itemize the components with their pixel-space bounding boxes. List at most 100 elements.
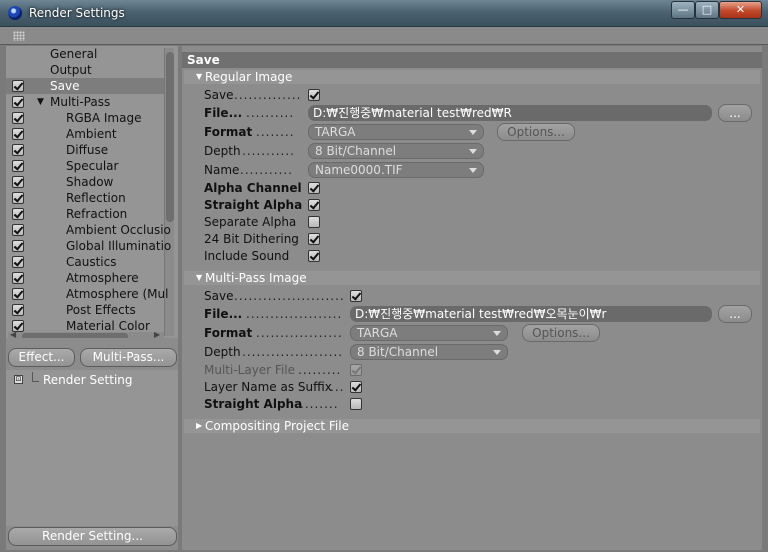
- settings-tree: ◀ ▶ General Output Save ▼ Multi-Pass RGBA Ima…: [6, 46, 178, 338]
- mp-straight-alpha-checkbox[interactable]: [350, 398, 362, 410]
- sidebar-enable-checkbox[interactable]: [12, 96, 24, 108]
- dot-leader: ........: [256, 125, 295, 139]
- depth-dropdown[interactable]: 8 Bit/Channel: [308, 143, 484, 159]
- depth-value: 8 Bit/Channel: [315, 144, 397, 158]
- sidebar-enable-checkbox[interactable]: [12, 128, 24, 140]
- sidebar-item-atmosphere-mul[interactable]: Atmosphere (Mul: [6, 286, 168, 302]
- maximize-button[interactable]: □: [695, 1, 719, 19]
- sidebar-enable-checkbox[interactable]: [12, 112, 24, 124]
- sidebar-enable-checkbox[interactable]: [12, 224, 24, 236]
- dot-leader: .....................: [242, 345, 344, 359]
- sidebar-item-global-illuminatio[interactable]: Global Illuminatio: [6, 238, 171, 254]
- mp-save-checkbox[interactable]: [350, 290, 362, 302]
- chevron-down-icon: [469, 168, 477, 173]
- sidebar-enable-checkbox[interactable]: [12, 240, 24, 252]
- sidebar-enable-checkbox[interactable]: [12, 208, 24, 220]
- mp-format-label: Format: [204, 326, 253, 340]
- sidebar-item-shadow[interactable]: Shadow: [6, 174, 164, 190]
- separate-alpha-checkbox[interactable]: [308, 216, 320, 228]
- mp-browse-button[interactable]: ...: [718, 305, 752, 323]
- sidebar-enable-checkbox[interactable]: [12, 272, 24, 284]
- menu-bar: [0, 27, 768, 45]
- save-checkbox[interactable]: [308, 89, 320, 101]
- close-button[interactable]: ✕: [719, 1, 762, 19]
- include-sound-checkbox[interactable]: [308, 250, 320, 262]
- format-dropdown[interactable]: TARGA: [308, 124, 484, 140]
- sidebar-item-ambient-occlusio[interactable]: Ambient Occlusio: [6, 222, 171, 238]
- scrollbar-thumb[interactable]: [166, 52, 174, 222]
- preset-marker-icon: ⊡: [14, 375, 23, 384]
- sidebar-item-material-color[interactable]: Material Color: [6, 318, 164, 334]
- sidebar-item-rgba-image[interactable]: RGBA Image: [6, 110, 164, 126]
- sidebar-item-diffuse[interactable]: Diffuse: [6, 142, 164, 158]
- multi-layer-checkbox[interactable]: [350, 364, 362, 376]
- minimize-button[interactable]: —: [671, 1, 695, 19]
- save-label: Save: [204, 88, 234, 102]
- sidebar-item-label: General: [50, 47, 98, 61]
- sidebar-item-reflection[interactable]: Reflection: [6, 190, 164, 206]
- render-setting-button[interactable]: Render Setting...: [8, 527, 177, 546]
- mp-options-button[interactable]: Options...: [522, 324, 600, 342]
- file-label: File...: [204, 106, 243, 120]
- sidebar-item-caustics[interactable]: Caustics: [6, 254, 164, 270]
- title-bar: Render Settings — □ ✕: [0, 0, 768, 27]
- sidebar-item-save[interactable]: Save: [6, 78, 164, 94]
- dithering-checkbox[interactable]: [308, 233, 320, 245]
- sidebar-enable-checkbox[interactable]: [12, 256, 24, 268]
- file-path-field[interactable]: D:₩진행중₩material test₩red₩R: [308, 105, 712, 121]
- sidebar-item-refraction[interactable]: Refraction: [6, 206, 164, 222]
- sidebar-item-post-effects[interactable]: Post Effects: [6, 302, 164, 318]
- browse-button[interactable]: ...: [718, 104, 752, 122]
- layer-suffix-label: Layer Name as Suffix: [204, 380, 332, 394]
- mp-file-path-field[interactable]: D:₩진행중₩material test₩red₩오목눈이₩r: [350, 306, 712, 322]
- mp-format-dropdown[interactable]: TARGA: [350, 325, 508, 341]
- format-value: TARGA: [315, 125, 356, 139]
- sidebar-item-label: Atmosphere: [66, 271, 139, 285]
- sidebar-item-output[interactable]: Output: [6, 62, 164, 78]
- sidebar-item-general[interactable]: General: [6, 46, 164, 62]
- sidebar-enable-checkbox[interactable]: [12, 192, 24, 204]
- chevron-down-icon: [493, 350, 501, 355]
- effect-button[interactable]: Effect...: [8, 348, 75, 367]
- expand-down-icon[interactable]: ▼: [37, 94, 44, 110]
- sidebar-item-specular[interactable]: Specular: [6, 158, 164, 174]
- grip-icon[interactable]: [13, 31, 25, 41]
- options-button[interactable]: Options...: [497, 123, 575, 141]
- sidebar-enable-checkbox[interactable]: [12, 288, 24, 300]
- sidebar-item-atmosphere[interactable]: Atmosphere: [6, 270, 164, 286]
- compositing-header[interactable]: ▶ Compositing Project File: [184, 419, 760, 433]
- dot-leader: ..........: [246, 106, 295, 120]
- sidebar-enable-checkbox[interactable]: [12, 304, 24, 316]
- separate-alpha-label: Separate Alpha: [204, 215, 297, 229]
- multi-pass-button[interactable]: Multi-Pass...: [80, 348, 177, 367]
- straight-alpha-checkbox[interactable]: [308, 199, 320, 211]
- name-dropdown[interactable]: Name0000.TIF: [308, 162, 484, 178]
- mp-depth-dropdown[interactable]: 8 Bit/Channel: [350, 344, 508, 360]
- sidebar-enable-checkbox[interactable]: [12, 320, 24, 332]
- main-panel: Save ▼ Regular Image Save ..............…: [182, 46, 762, 550]
- alpha-channel-checkbox[interactable]: [308, 182, 320, 194]
- sidebar-item-label: Diffuse: [66, 143, 109, 157]
- multi-pass-image-header[interactable]: ▼ Multi-Pass Image: [184, 271, 760, 285]
- regular-image-header[interactable]: ▼ Regular Image: [184, 70, 760, 84]
- dot-leader: ...........: [242, 144, 295, 158]
- dot-leader: ...: [330, 380, 345, 394]
- sidebar-enable-checkbox[interactable]: [12, 80, 24, 92]
- render-setting-item[interactable]: ⊡ Render Setting: [10, 372, 176, 388]
- sidebar-enable-checkbox[interactable]: [12, 176, 24, 188]
- dot-leader: ..............: [234, 88, 302, 102]
- sidebar-item-label: Specular: [66, 159, 119, 173]
- dot-leader: .......................: [234, 289, 345, 303]
- cinema4d-app-icon: [8, 6, 22, 20]
- sidebar-item-label: Caustics: [66, 255, 117, 269]
- sidebar-enable-checkbox[interactable]: [12, 160, 24, 172]
- sidebar-enable-checkbox[interactable]: [12, 144, 24, 156]
- sidebar-item-multi-pass[interactable]: ▼ Multi-Pass: [6, 94, 164, 110]
- sidebar-item-label: Save: [50, 79, 80, 93]
- chevron-down-icon: [469, 130, 477, 135]
- name-label: Name: [204, 163, 240, 177]
- sidebar-item-ambient[interactable]: Ambient: [6, 126, 164, 142]
- sidebar-item-label: Material Color: [66, 319, 150, 333]
- layer-suffix-checkbox[interactable]: [350, 381, 362, 393]
- dot-leader: ....................: [246, 307, 343, 321]
